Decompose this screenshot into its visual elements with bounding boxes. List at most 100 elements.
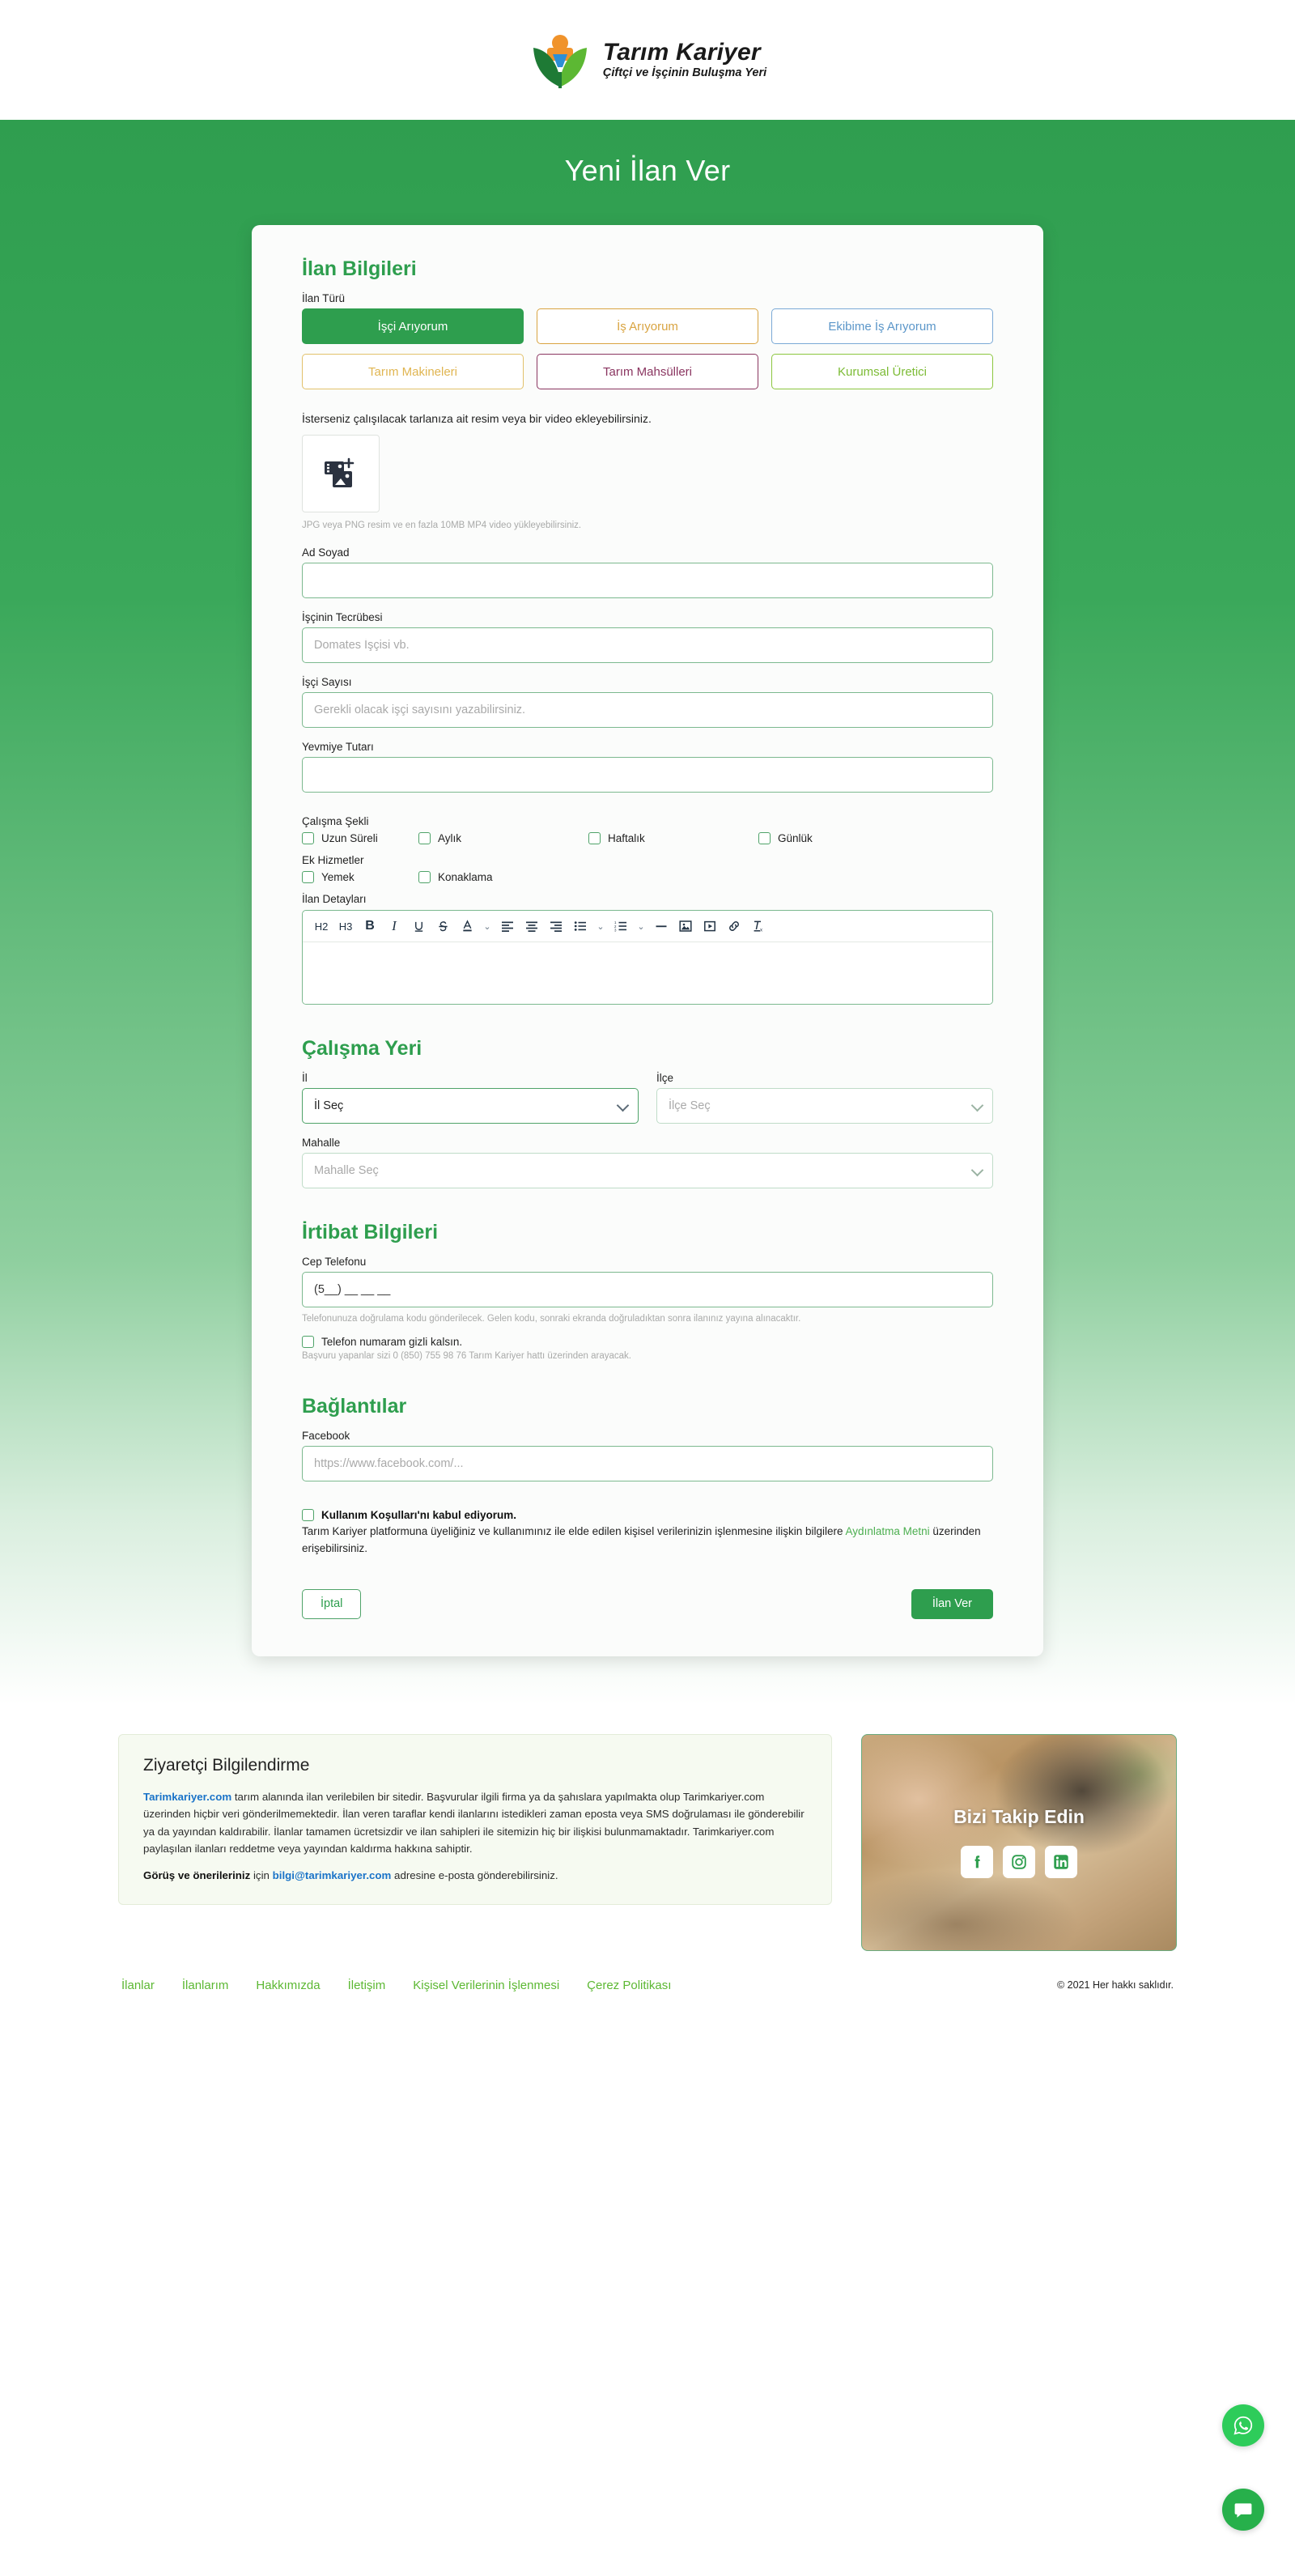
linkedin-icon[interactable] (1045, 1846, 1077, 1879)
checkbox-box-icon (302, 1509, 314, 1522)
neighbourhood-label: Mahalle (302, 1137, 341, 1149)
text-color-icon[interactable] (456, 916, 478, 937)
phone-input[interactable] (302, 1272, 993, 1307)
site-logo[interactable]: Tarım Kariyer Çiftçi ve İşçinin Buluşma … (529, 30, 766, 90)
checkbox-box-icon (302, 832, 314, 844)
heading-3-icon[interactable]: H3 (335, 916, 356, 937)
footer-link-ilanlar[interactable]: İlanlar (121, 1979, 155, 1992)
social-links-row (961, 1846, 1077, 1879)
wage-input[interactable] (302, 757, 993, 793)
type-button-tarim-mahsulleri[interactable]: Tarım Mahsülleri (537, 354, 758, 389)
type-button-tarim-makineleri[interactable]: Tarım Makineleri (302, 354, 524, 389)
footer-link-iletisim[interactable]: İletişim (348, 1979, 386, 1992)
wage-label: Yevmiye Tutarı (302, 741, 374, 753)
horizontal-rule-icon[interactable] (651, 916, 672, 937)
footer-link-cerez-politikasi[interactable]: Çerez Politikası (587, 1979, 671, 1992)
province-select[interactable]: İl Seç (302, 1088, 639, 1124)
fullname-input[interactable] (302, 563, 993, 598)
underline-icon[interactable] (408, 916, 429, 937)
footer-link-hakkimizda[interactable]: Hakkımızda (256, 1979, 320, 1992)
checkbox-yemek[interactable]: Yemek (302, 871, 418, 883)
media-upload-note: İsterseniz çalışılacak tarlanıza ait res… (302, 412, 652, 425)
submit-listing-button[interactable]: İlan Ver (911, 1588, 993, 1619)
svg-text:x: x (760, 929, 762, 933)
clear-format-icon[interactable]: x (748, 916, 769, 937)
insert-image-icon[interactable] (675, 916, 696, 937)
facebook-input[interactable] (302, 1446, 993, 1482)
align-right-icon[interactable] (546, 916, 567, 937)
follow-us-title: Bizi Takip Edin (953, 1806, 1085, 1828)
cancel-button[interactable]: İptal (302, 1588, 362, 1619)
work-type-label: Çalışma Şekli (302, 815, 369, 827)
phone-label: Cep Telefonu (302, 1256, 367, 1268)
align-left-icon[interactable] (497, 916, 518, 937)
type-button-ekibime-is-ariyorum[interactable]: Ekibime İş Arıyorum (771, 308, 993, 344)
checkbox-aylik[interactable]: Aylık (418, 832, 588, 844)
logo-title: Tarım Kariyer (602, 39, 761, 66)
extra-services-label: Ek Hizmetler (302, 854, 364, 866)
checkbox-box-icon (758, 832, 771, 844)
instagram-icon[interactable] (1003, 1846, 1035, 1879)
district-select[interactable]: İlçe Seç (656, 1088, 993, 1124)
checkbox-konaklama[interactable]: Konaklama (418, 871, 493, 883)
listing-type-label: İlan Türü (302, 292, 346, 304)
whatsapp-float-button[interactable] (1222, 2404, 1264, 2446)
footer-link-kisisel-veriler[interactable]: Kişisel Verilerinin İşlenmesi (413, 1979, 559, 1992)
insert-link-icon[interactable] (724, 916, 745, 937)
media-upload-button[interactable] (302, 435, 380, 512)
checkbox-box-icon (588, 832, 601, 844)
terms-text-before: Tarım Kariyer platformuna üyeliğiniz ve … (302, 1525, 846, 1538)
neighbourhood-select[interactable]: Mahalle Seç (302, 1153, 993, 1188)
chevron-down-icon[interactable]: ⌄ (635, 916, 648, 937)
chevron-down-icon[interactable]: ⌄ (594, 916, 607, 937)
checkbox-gunluk[interactable]: Günlük (758, 832, 813, 844)
section-title-listing: İlan Bilgileri (302, 257, 417, 280)
contact-email-link[interactable]: bilgi@tarimkariyer.com (273, 1869, 392, 1881)
details-label: İlan Detayları (302, 893, 367, 905)
italic-icon[interactable]: I (384, 916, 405, 937)
aydinlatma-metni-link[interactable]: Aydınlatma Metni (846, 1525, 930, 1537)
strikethrough-icon[interactable] (432, 916, 453, 937)
footer-link-ilanlarim[interactable]: İlanlarım (182, 1979, 229, 1992)
whatsapp-icon (1233, 2416, 1253, 2435)
checkbox-label: Yemek (321, 871, 355, 883)
worker-count-input[interactable] (302, 692, 993, 728)
bold-icon[interactable]: B (359, 916, 380, 937)
terms-checkbox-label: Kullanım Koşulları'nı kabul ediyorum. (321, 1509, 517, 1522)
checkbox-hide-phone[interactable]: Telefon numaram gizli kalsın. (302, 1335, 993, 1348)
type-button-is-ariyorum[interactable]: İş Arıyorum (537, 308, 758, 344)
numbered-list-icon[interactable]: 123 (610, 916, 631, 937)
section-title-contact: İrtibat Bilgileri (302, 1221, 439, 1243)
visitor-info-paragraph: Tarimkariyer.com tarım alanında ilan ver… (143, 1788, 807, 1858)
editor-content-area[interactable] (303, 942, 992, 1004)
checkbox-label: Konaklama (438, 871, 493, 883)
type-button-isci-ariyorum[interactable]: İşçi Arıyorum (302, 308, 524, 344)
visitor-info-title: Ziyaretçi Bilgilendirme (143, 1755, 310, 1775)
checkbox-label: Haftalık (608, 832, 645, 844)
feedback-mid: için (250, 1868, 273, 1881)
checkbox-label: Telefon numaram gizli kalsın. (321, 1335, 463, 1348)
tarim-kariyer-logo-icon (529, 30, 592, 90)
heading-2-icon[interactable]: H2 (311, 916, 332, 937)
footer-content: Ziyaretçi Bilgilendirme Tarimkariyer.com… (105, 1733, 1190, 1951)
tarimkariyer-site-link[interactable]: Tarimkariyer.com (143, 1791, 231, 1803)
svg-text:3: 3 (614, 928, 617, 932)
facebook-icon[interactable] (961, 1846, 993, 1879)
checkbox-label: Günlük (778, 832, 813, 844)
district-label: İlçe (656, 1072, 674, 1084)
new-listing-form-card: İlan Bilgileri İlan Türü İşçi Arıyorum İ… (252, 225, 1043, 1656)
checkbox-haftalik[interactable]: Haftalık (588, 832, 758, 844)
visitor-info-box: Ziyaretçi Bilgilendirme Tarimkariyer.com… (118, 1733, 832, 1905)
province-label: İl (302, 1072, 308, 1084)
type-button-kurumsal-uretici[interactable]: Kurumsal Üretici (771, 354, 993, 389)
phone-helper-text: Telefonunuza doğrulama kodu gönderilecek… (302, 1314, 801, 1324)
bullet-list-icon[interactable] (570, 916, 591, 937)
site-header: Tarım Kariyer Çiftçi ve İşçinin Buluşma … (0, 0, 1295, 120)
align-center-icon[interactable] (521, 916, 542, 937)
checkbox-accept-terms[interactable]: Kullanım Koşulları'nı kabul ediyorum. (302, 1509, 993, 1522)
checkbox-uzun-sureli[interactable]: Uzun Süreli (302, 832, 418, 844)
chat-float-button[interactable] (1222, 2489, 1264, 2531)
insert-video-icon[interactable] (699, 916, 720, 937)
experience-input[interactable] (302, 627, 993, 663)
chevron-down-icon[interactable]: ⌄ (481, 916, 494, 937)
